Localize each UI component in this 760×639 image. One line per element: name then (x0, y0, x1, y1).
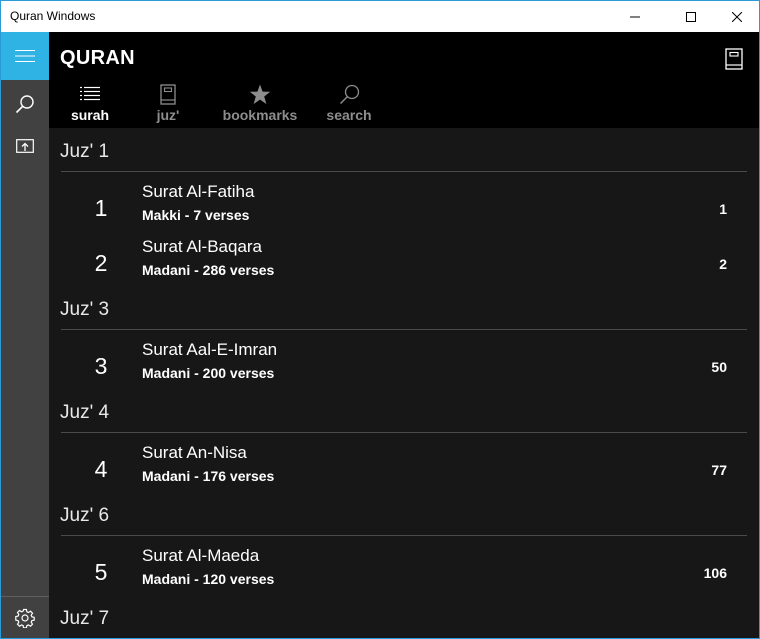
list-icon (80, 86, 100, 101)
star-icon (249, 84, 271, 104)
search-icon (15, 95, 34, 114)
settings-button[interactable] (1, 597, 49, 638)
share-icon (16, 139, 34, 153)
close-icon (732, 11, 742, 22)
sidebar (1, 32, 49, 638)
search-icon (339, 84, 359, 104)
group-divider (61, 171, 747, 172)
tab-juz[interactable]: juz' (144, 82, 192, 126)
group-header: Juz' 6 (60, 505, 110, 526)
surah-name: Surat Al-Fatiha (142, 182, 255, 201)
tab-search[interactable]: search (321, 82, 377, 126)
tab-label: surah (70, 107, 110, 123)
group-header: Juz' 4 (60, 402, 110, 423)
list-item[interactable]: 2 Surat Al-Baqara Madani - 286 verses 2 (61, 231, 747, 286)
tab-bookmarks[interactable]: bookmarks (219, 82, 301, 126)
surah-page: 77 (711, 462, 727, 478)
sidebar-search-button[interactable] (1, 80, 49, 128)
list-item[interactable]: 3 Surat Aal-E-Imran Madani - 200 verses … (61, 334, 747, 389)
maximize-button[interactable] (668, 1, 714, 32)
hamburger-icon (15, 50, 35, 62)
list-item[interactable]: 5 Surat Al-Maeda Madani - 120 verses 106 (61, 540, 747, 595)
page-title: QURAN (60, 47, 135, 69)
app-header: QURAN surah juz' bookmarks search (49, 32, 759, 128)
group-header: Juz' 3 (60, 299, 110, 320)
surah-number: 2 (94, 250, 108, 276)
minimize-button[interactable] (612, 1, 658, 32)
gear-icon (15, 608, 35, 628)
surah-meta: Makki - 7 verses (142, 207, 250, 223)
sidebar-share-button[interactable] (1, 124, 49, 168)
minimize-icon (630, 16, 640, 17)
book-icon (725, 48, 743, 70)
maximize-icon (686, 11, 696, 22)
surah-meta: Madani - 176 verses (142, 468, 275, 484)
book-icon (160, 83, 176, 105)
surah-name: Surat Aal-E-Imran (142, 340, 278, 359)
surah-name: Surat Al-Maeda (142, 546, 260, 565)
tab-surah[interactable]: surah (63, 82, 117, 126)
surah-number: 1 (94, 195, 108, 221)
surah-list[interactable]: Juz' 1 1 Surat Al-Fatiha Makki - 7 verse… (49, 128, 759, 638)
tab-label: search (326, 107, 372, 123)
surah-page: 2 (719, 256, 727, 272)
surah-page: 1 (719, 201, 727, 217)
surah-number: 3 (94, 353, 108, 379)
surah-page: 50 (711, 359, 727, 375)
surah-meta: Madani - 200 verses (142, 365, 275, 381)
list-item[interactable]: 4 Surat An-Nisa Madani - 176 verses 77 (61, 437, 747, 492)
group-header: Juz' 1 (60, 141, 110, 162)
surah-name: Surat Al-Baqara (142, 237, 263, 256)
surah-meta: Madani - 286 verses (142, 262, 275, 278)
group-divider (61, 329, 747, 330)
tab-label: juz' (156, 107, 180, 123)
window-title: Quran Windows (10, 9, 96, 23)
reader-button[interactable] (719, 44, 749, 74)
close-button[interactable] (714, 1, 760, 32)
surah-name: Surat An-Nisa (142, 443, 247, 462)
app-window: Quran Windows QURAN surah juz' bookmarks… (0, 0, 760, 639)
list-item[interactable]: 1 Surat Al-Fatiha Makki - 7 verses 1 (61, 176, 747, 231)
surah-number: 4 (94, 456, 108, 482)
surah-number: 5 (94, 559, 108, 585)
title-bar: Quran Windows (1, 1, 759, 32)
surah-page: 106 (703, 565, 727, 581)
hamburger-menu-button[interactable] (1, 32, 49, 80)
group-header: Juz' 7 (60, 608, 110, 629)
group-divider (61, 432, 747, 433)
surah-meta: Madani - 120 verses (142, 571, 275, 587)
tab-label: bookmarks (222, 107, 298, 123)
group-divider (61, 535, 747, 536)
